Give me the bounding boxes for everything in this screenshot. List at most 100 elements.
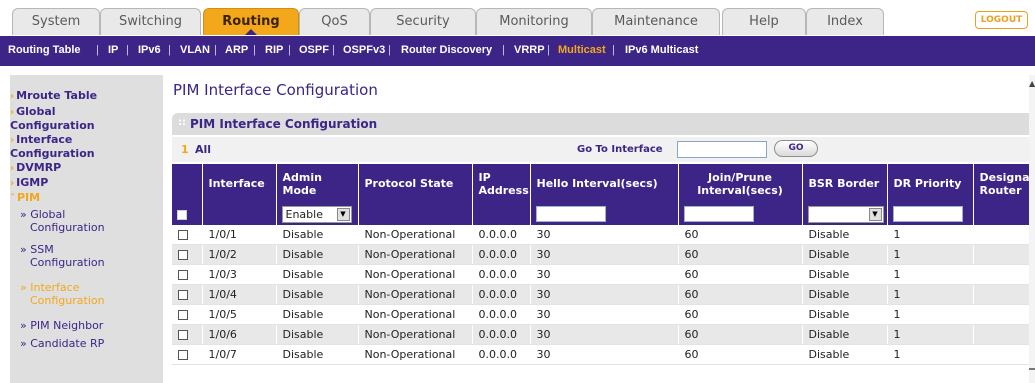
cell-interface: 1/0/1: [202, 225, 277, 245]
header-join-prune-interval[interactable]: Join/Prune Interval(secs): [678, 164, 803, 203]
table-row[interactable]: 1/0/6 Disable Non-Operational 0.0.0.0 30 60 Di…: [172, 324, 1035, 345]
cell-select: [172, 344, 203, 365]
bsr-border-select[interactable]: ▼: [807, 205, 884, 223]
subnav-ospfv3[interactable]: OSPFv3: [343, 44, 385, 56]
subnav-vlan[interactable]: VLAN: [180, 44, 210, 56]
cell-designated-router: [973, 244, 1035, 265]
tab-security[interactable]: Security: [370, 8, 476, 35]
header-designated-router[interactable]: Designated Router: [973, 164, 1035, 203]
subnav-ip[interactable]: IP: [108, 44, 118, 56]
chevron-right-icon: ›: [10, 107, 15, 118]
chevron-right-icon: ›: [10, 135, 15, 146]
sidebar-item-dvmrp[interactable]: › DVMRP: [10, 161, 61, 175]
cell-select: [172, 324, 203, 345]
table-row[interactable]: 1/0/1 Disable Non-Operational 0.0.0.0 30 60 Di…: [172, 225, 1035, 245]
goto-interface-input[interactable]: [677, 141, 767, 158]
cell-admin-mode: Disable: [276, 344, 359, 365]
dr-priority-input[interactable]: [892, 206, 963, 222]
tab-maintenance[interactable]: Maintenance: [592, 8, 720, 35]
tab-qos[interactable]: QoS: [299, 8, 370, 35]
tab-monitoring[interactable]: Monitoring: [476, 8, 592, 35]
subnav-routing-table[interactable]: Routing Table: [8, 44, 81, 56]
vertical-scrollbar[interactable]: ▲: [1029, 75, 1035, 383]
header-ip-address[interactable]: IP Address: [472, 164, 531, 203]
sidebar-subitem-candidate-rp[interactable]: » Candidate RP: [20, 337, 104, 350]
sidebar-item-interface-configuration[interactable]: › Interface Configuration: [10, 133, 95, 160]
header-select: [172, 164, 203, 203]
tab-routing[interactable]: Routing: [203, 8, 299, 35]
show-all-link[interactable]: All: [195, 143, 211, 156]
header-interface[interactable]: Interface: [202, 164, 277, 203]
table-row[interactable]: 1/0/7 Disable Non-Operational 0.0.0.0 30 60 Di…: [172, 344, 1035, 365]
row-checkbox[interactable]: [178, 290, 188, 300]
cell-hello-interval: 30: [530, 264, 679, 285]
cell-hello-interval: 30: [530, 225, 679, 245]
cell-dr-priority: 1: [887, 225, 974, 245]
cell-admin-mode: Disable: [276, 304, 359, 325]
tab-switching[interactable]: Switching: [100, 8, 201, 35]
sidebar-subitem-pim-neighbor[interactable]: » PIM Neighbor: [20, 319, 103, 332]
chevron-down-icon: ˅: [10, 193, 15, 204]
table-row[interactable]: 1/0/3 Disable Non-Operational 0.0.0.0 30 60 Di…: [172, 264, 1035, 285]
subnav-multicast[interactable]: Multicast: [558, 44, 606, 56]
chevron-right-icon: ›: [10, 91, 15, 102]
sidebar-item-mroute-table[interactable]: › Mroute Table: [10, 89, 97, 103]
select-all-checkbox[interactable]: [177, 209, 187, 220]
header-bsr-border[interactable]: BSR Border: [802, 164, 888, 203]
subnav-ipv6-multicast[interactable]: IPv6 Multicast: [625, 44, 698, 56]
panel-title: PIM Interface Configuration: [190, 117, 378, 131]
tab-index[interactable]: Index: [806, 8, 884, 35]
row-checkbox[interactable]: [178, 230, 188, 240]
subnav-separator: |: [288, 44, 291, 56]
sidebar-item-pim[interactable]: ˅ PIM: [10, 191, 40, 205]
header-hello-interval[interactable]: Hello Interval(secs): [530, 164, 679, 203]
tab-system[interactable]: System: [12, 8, 100, 35]
tab-help[interactable]: Help: [722, 8, 806, 35]
cell-hello-interval: 30: [530, 284, 679, 305]
row-checkbox[interactable]: [178, 330, 188, 340]
cell-interface: 1/0/6: [202, 324, 277, 345]
table-row[interactable]: 1/0/4 Disable Non-Operational 0.0.0.0 30 60 Di…: [172, 284, 1035, 305]
subnav-separator: |: [126, 44, 129, 56]
row-checkbox[interactable]: [178, 310, 188, 320]
edit-bsr-cell: ▼: [802, 203, 888, 225]
sidebar-item-global-configuration[interactable]: › Global Configuration: [10, 105, 95, 132]
sidebar-subitem-interface-configuration[interactable]: » Interface Configuration: [20, 281, 105, 307]
header-protocol-state[interactable]: Protocol State: [358, 164, 473, 203]
hello-interval-input[interactable]: [535, 206, 606, 222]
cell-protocol-state: Non-Operational: [358, 264, 473, 285]
admin-mode-select[interactable]: Enable ▼: [281, 205, 352, 223]
sidebar-subitem-ssm-configuration[interactable]: » SSM Configuration: [20, 243, 105, 269]
header-admin-mode[interactable]: Admin Mode: [276, 164, 359, 203]
logout-button[interactable]: LOGOUT: [975, 11, 1028, 29]
row-checkbox[interactable]: [178, 350, 188, 360]
join-prune-interval-input[interactable]: [683, 206, 754, 222]
subnav-separator: |: [547, 44, 550, 56]
row-checkbox[interactable]: [178, 250, 188, 260]
cell-ip-address: 0.0.0.0: [472, 344, 531, 365]
table-row[interactable]: 1/0/5 Disable Non-Operational 0.0.0.0 30 60 Di…: [172, 304, 1035, 325]
chevron-right-icon: ›: [10, 163, 15, 174]
edit-dr-cell: [887, 203, 974, 225]
table-row[interactable]: 1/0/2 Disable Non-Operational 0.0.0.0 30 60 Di…: [172, 244, 1035, 265]
cell-dr-priority: 1: [887, 284, 974, 305]
subnav-rip[interactable]: RIP: [265, 44, 283, 56]
go-button[interactable]: GO: [774, 140, 818, 157]
subnav-vrrp[interactable]: VRRP: [514, 44, 545, 56]
subnav-ipv6[interactable]: IPv6: [138, 44, 161, 56]
subnav-router-discovery[interactable]: Router Discovery: [401, 44, 492, 56]
sidebar-item-igmp[interactable]: › IGMP: [10, 176, 48, 190]
scroll-up-icon[interactable]: ▲: [1029, 79, 1035, 88]
subnav-separator: |: [253, 44, 256, 56]
cell-designated-router: [973, 304, 1035, 325]
subnav-arp[interactable]: ARP: [225, 44, 248, 56]
page-number[interactable]: 1: [181, 143, 189, 156]
cell-bsr-border: Disable: [802, 264, 888, 285]
cell-bsr-border: Disable: [802, 225, 888, 245]
row-checkbox[interactable]: [178, 270, 188, 280]
cell-protocol-state: Non-Operational: [358, 225, 473, 245]
chevron-right-icon: ›: [10, 178, 15, 189]
subnav-ospf[interactable]: OSPF: [299, 44, 329, 56]
header-dr-priority[interactable]: DR Priority: [887, 164, 974, 203]
sidebar-subitem-global-configuration[interactable]: » Global Configuration: [20, 208, 105, 234]
